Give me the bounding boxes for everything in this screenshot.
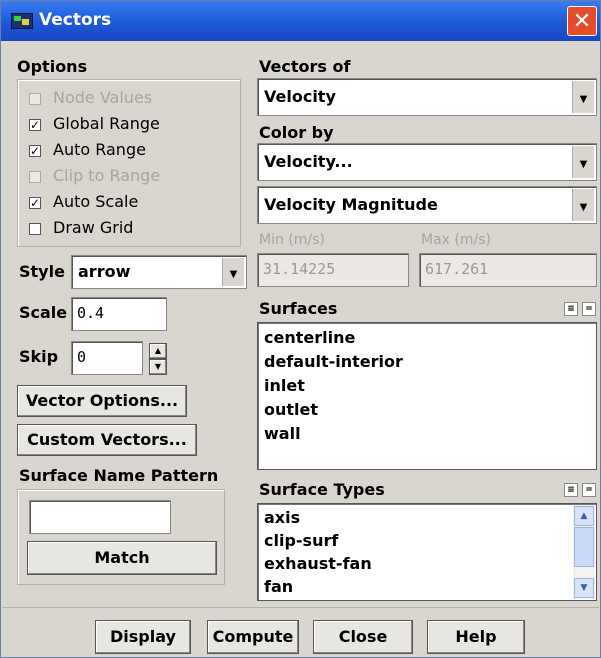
select-all-icon[interactable]: ≡ — [564, 302, 578, 316]
skip-value: 0 — [77, 348, 87, 366]
scale-input[interactable]: 0.4 — [71, 297, 167, 331]
color-by-quantity-dropdown[interactable]: Velocity Magnitude ▼ — [257, 186, 597, 224]
list-item[interactable]: clip-surf — [264, 531, 338, 550]
skip-input[interactable]: 0 — [71, 341, 143, 375]
global-range-checkbox[interactable]: ✓ — [29, 119, 41, 131]
scrollbar[interactable]: ▲ ▼ — [573, 505, 595, 599]
color-by-quantity-value: Velocity Magnitude — [264, 195, 438, 214]
scroll-up-icon[interactable]: ▲ — [574, 506, 594, 526]
surface-types-label: Surface Types — [259, 480, 385, 499]
surface-name-pattern-input[interactable] — [29, 500, 171, 534]
title-bar[interactable]: Vectors ✕ — [1, 1, 600, 41]
close-dialog-button[interactable]: Close — [313, 620, 413, 654]
skip-decrement-button[interactable]: ▼ — [149, 359, 167, 375]
compute-button[interactable]: Compute — [207, 620, 299, 654]
draw-grid-checkbox[interactable] — [29, 223, 41, 235]
footer-divider — [2, 607, 599, 608]
app-icon — [11, 13, 33, 29]
auto-scale-checkbox[interactable]: ✓ — [29, 197, 41, 209]
dropdown-arrow-icon: ▼ — [572, 146, 594, 178]
list-item[interactable]: centerline — [264, 328, 355, 347]
surface-name-pattern-label: Surface Name Pattern — [19, 466, 219, 485]
max-value: 617.261 — [425, 260, 489, 278]
list-item[interactable]: fan — [264, 577, 293, 596]
list-item[interactable]: axis — [264, 508, 300, 527]
max-value-field: 617.261 — [419, 253, 597, 287]
node-values-label: Node Values — [53, 88, 153, 107]
clip-to-range-checkbox[interactable] — [29, 171, 41, 183]
dropdown-arrow-icon: ▼ — [572, 189, 594, 221]
style-label: Style — [19, 262, 65, 281]
scale-label: Scale — [19, 303, 68, 322]
deselect-all-icon[interactable]: = — [582, 302, 596, 316]
style-dropdown[interactable]: arrow ▼ — [71, 255, 247, 289]
dropdown-arrow-icon: ▼ — [572, 81, 594, 113]
auto-range-checkbox[interactable]: ✓ — [29, 145, 41, 157]
help-button[interactable]: Help — [427, 620, 525, 654]
min-value: 31.14225 — [263, 260, 336, 278]
list-item[interactable]: wall — [264, 424, 301, 443]
close-button[interactable]: ✕ — [567, 6, 597, 36]
vector-options-button[interactable]: Vector Options... — [17, 385, 187, 417]
scroll-down-icon[interactable]: ▼ — [574, 578, 594, 598]
surfaces-list[interactable]: centerline default-interior inlet outlet… — [257, 322, 597, 470]
list-item[interactable]: inlet — [264, 376, 305, 395]
node-values-checkbox[interactable] — [29, 93, 41, 105]
max-label: Max (m/s) — [421, 232, 491, 248]
clip-to-range-label: Clip to Range — [53, 166, 161, 185]
surface-types-list[interactable]: axis clip-surf exhaust-fan fan ▲ ▼ — [257, 503, 597, 601]
surfaces-label: Surfaces — [259, 299, 338, 318]
vectors-of-dropdown[interactable]: Velocity ▼ — [257, 78, 597, 116]
window-title: Vectors — [39, 10, 112, 30]
min-value-field: 31.14225 — [257, 253, 409, 287]
custom-vectors-button[interactable]: Custom Vectors... — [17, 424, 197, 456]
skip-increment-button[interactable]: ▲ — [149, 343, 167, 359]
color-by-dropdown[interactable]: Velocity... ▼ — [257, 143, 597, 181]
vectors-dialog: Vectors ✕ Options Node Values ✓ Global R… — [0, 0, 601, 658]
color-by-label: Color by — [259, 123, 334, 142]
min-label: Min (m/s) — [259, 232, 325, 248]
deselect-all-icon[interactable]: = — [582, 483, 596, 497]
vectors-of-label: Vectors of — [259, 57, 351, 76]
list-item[interactable]: default-interior — [264, 352, 403, 371]
global-range-label: Global Range — [53, 114, 160, 133]
dropdown-arrow-icon: ▼ — [222, 258, 244, 286]
list-item[interactable]: exhaust-fan — [264, 554, 372, 573]
scale-value: 0.4 — [77, 304, 105, 322]
display-button[interactable]: Display — [95, 620, 191, 654]
color-by-value: Velocity... — [264, 152, 353, 171]
match-button[interactable]: Match — [27, 541, 217, 575]
auto-scale-label: Auto Scale — [53, 192, 139, 211]
style-value: arrow — [78, 262, 131, 281]
scrollbar-thumb[interactable] — [574, 527, 594, 567]
options-heading: Options — [17, 57, 88, 76]
vectors-of-value: Velocity — [264, 87, 336, 106]
list-item[interactable]: outlet — [264, 400, 318, 419]
skip-label: Skip — [19, 347, 59, 366]
select-all-icon[interactable]: ≡ — [564, 483, 578, 497]
draw-grid-label: Draw Grid — [53, 218, 134, 237]
auto-range-label: Auto Range — [53, 140, 146, 159]
